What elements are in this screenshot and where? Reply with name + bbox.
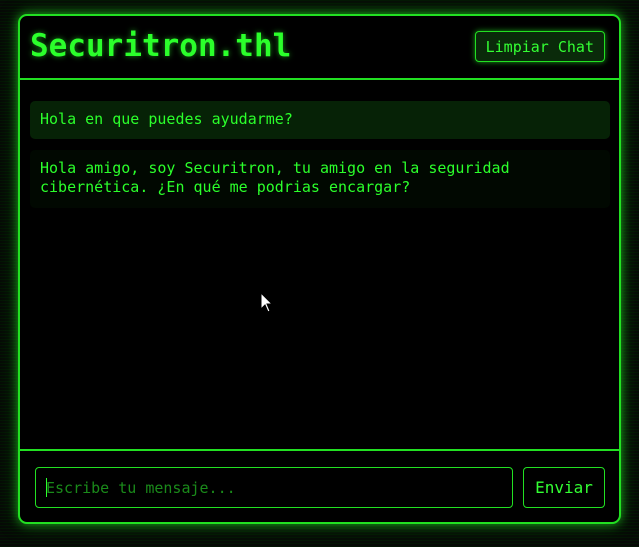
user-message: Hola en que puedes ayudarme?: [30, 101, 610, 139]
app-title: Securitron.thl: [30, 28, 292, 64]
text-caret: [46, 478, 47, 497]
clear-chat-button[interactable]: Limpiar Chat: [474, 31, 605, 62]
user-message-text: Hola en que puedes ayudarme?: [40, 110, 293, 128]
chat-window: Securitron.thl Limpiar Chat Hola en que …: [18, 14, 621, 524]
send-button[interactable]: Enviar: [523, 467, 605, 508]
bot-message-text: Hola amigo, soy Securitron, tu amigo en …: [40, 159, 510, 196]
mouse-pointer-icon: [260, 292, 274, 313]
input-area: Enviar: [20, 451, 619, 522]
bot-message: Hola amigo, soy Securitron, tu amigo en …: [30, 150, 610, 208]
message-list: Hola en que puedes ayudarme? Hola amigo,…: [20, 80, 619, 451]
chat-header: Securitron.thl Limpiar Chat: [20, 16, 619, 80]
message-input[interactable]: [35, 467, 513, 508]
